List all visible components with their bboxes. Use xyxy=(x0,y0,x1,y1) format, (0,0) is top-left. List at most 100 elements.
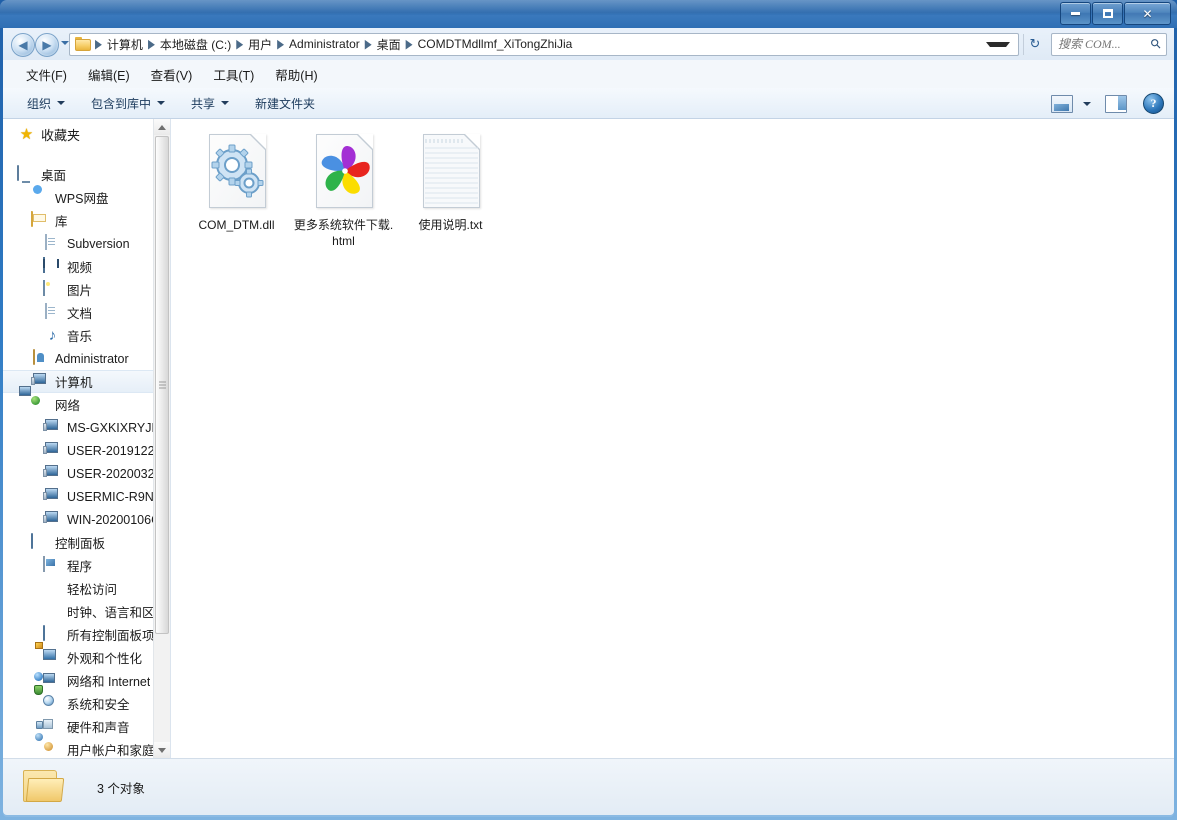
sidebar-item-clock-region[interactable]: 时钟、语言和区域 xyxy=(3,600,170,623)
sidebar-item-label: WIN-20200106G xyxy=(67,512,161,527)
file-item[interactable]: 使用说明.txt xyxy=(399,131,502,249)
minimize-button[interactable] xyxy=(1060,2,1091,25)
sidebar-item-label: 轻松访问 xyxy=(67,583,118,597)
breadcrumb-item-desktop[interactable]: 桌面 xyxy=(373,35,405,54)
sidebar-item-system-security[interactable]: 系统和安全 xyxy=(3,692,170,715)
control-panel-icon xyxy=(43,625,62,643)
chevron-down-icon xyxy=(221,101,230,105)
sidebar-item-music[interactable]: ♪ 音乐 xyxy=(3,324,170,347)
sidebar-item-label: 系统和安全 xyxy=(67,698,130,712)
search-input[interactable] xyxy=(1052,35,1146,53)
sidebar-item-network-computer[interactable]: USER-20191220I xyxy=(3,439,170,462)
sidebar-item-label: 库 xyxy=(55,215,68,229)
file-name-label: COM_DTM.dll xyxy=(198,218,275,232)
sidebar-item-wps-cloud[interactable]: WPS网盘 xyxy=(3,186,170,209)
recent-pages-dropdown-icon[interactable] xyxy=(61,41,69,45)
share-with-button[interactable]: 共享 xyxy=(183,91,237,116)
sidebar-item-videos[interactable]: 视频 xyxy=(3,255,170,278)
navigation-tree: ★ 收藏夹 桌面 WPS网盘 库 Subversion 视频 图片 文档 ♪ 音… xyxy=(3,119,170,758)
scroll-down-button[interactable] xyxy=(154,742,170,758)
title-bar: ✕ xyxy=(0,0,1177,28)
sidebar-item-desktop[interactable]: 桌面 xyxy=(3,163,170,186)
computer-icon xyxy=(43,511,62,528)
chevron-down-icon[interactable] xyxy=(986,41,1010,47)
preview-pane-icon[interactable] xyxy=(1105,94,1127,113)
back-button[interactable]: ◀ xyxy=(11,33,35,57)
breadcrumb-item-localdisk[interactable]: 本地磁盘 (C:) xyxy=(156,35,235,54)
sidebar-item-label: 程序 xyxy=(67,560,93,574)
sidebar-item-label: 控制面板 xyxy=(55,537,106,551)
sidebar-item-network-internet[interactable]: 网络和 Internet xyxy=(3,669,170,692)
sidebar-item-pictures[interactable]: 图片 xyxy=(3,278,170,301)
navigation-buttons: ◀ ▶ xyxy=(3,28,69,60)
menu-tools[interactable]: 工具(T) xyxy=(204,62,263,87)
sidebar-item-network[interactable]: 网络 xyxy=(3,393,170,416)
sidebar-item-network-computer[interactable]: USER-20200320I xyxy=(3,462,170,485)
sidebar-item-libraries[interactable]: 库 xyxy=(3,209,170,232)
file-list-view[interactable]: COM_DTM.dll 更多系统软件下载.html 使用说明.txt xyxy=(171,119,1174,758)
forward-button[interactable]: ▶ xyxy=(35,33,59,57)
navigation-pane-scrollbar[interactable] xyxy=(153,119,170,758)
explorer-body: ★ 收藏夹 桌面 WPS网盘 库 Subversion 视频 图片 文档 ♪ 音… xyxy=(3,119,1174,758)
scroll-up-button[interactable] xyxy=(154,119,170,135)
breadcrumb-item-administrator[interactable]: Administrator xyxy=(285,36,364,52)
new-folder-button[interactable]: 新建文件夹 xyxy=(247,91,323,116)
change-view-dropdown-icon[interactable] xyxy=(1083,101,1091,106)
menu-help[interactable]: 帮助(H) xyxy=(266,62,326,87)
close-icon: ✕ xyxy=(1142,6,1153,21)
search-box[interactable]: ⚲ xyxy=(1051,32,1167,56)
scrollbar-thumb[interactable] xyxy=(155,136,169,634)
chevron-down-icon xyxy=(157,101,166,105)
menu-edit[interactable]: 编辑(E) xyxy=(79,62,139,87)
control-panel-icon xyxy=(31,533,50,551)
menu-view[interactable]: 查看(V) xyxy=(142,62,202,87)
breadcrumb-item-users[interactable]: 用户 xyxy=(244,35,276,54)
include-in-library-button[interactable]: 包含到库中 xyxy=(83,91,173,116)
folder-icon xyxy=(75,37,91,51)
file-item[interactable]: COM_DTM.dll xyxy=(185,131,288,249)
status-item-count: 3 个对象 xyxy=(97,781,145,796)
breadcrumb-separator: ▶ xyxy=(95,36,102,51)
breadcrumb-item-current-folder[interactable]: COMDTMdllmf_XiTongZhiJia xyxy=(414,36,577,52)
sidebar-item-label: USERMIC-R9N2! xyxy=(67,489,165,504)
sidebar-item-administrator[interactable]: Administrator xyxy=(3,347,170,370)
status-bar: 3 个对象 xyxy=(3,758,1174,815)
sidebar-item-appearance[interactable]: 外观和个性化 xyxy=(3,646,170,669)
command-bar-right: ? xyxy=(1051,88,1164,119)
refresh-button[interactable]: ↻ xyxy=(1023,33,1046,55)
sidebar-item-hardware-sound[interactable]: 硬件和声音 xyxy=(3,715,170,738)
sidebar-item-label: USER-20191220I xyxy=(67,443,165,458)
address-bar[interactable]: ▶ 计算机 ▶ 本地磁盘 (C:) ▶ 用户 ▶ Administrator ▶… xyxy=(69,32,1019,56)
sidebar-item-documents[interactable]: 文档 xyxy=(3,301,170,324)
document-icon xyxy=(43,234,62,252)
sidebar-item-network-computer[interactable]: WIN-20200106G xyxy=(3,508,170,531)
sidebar-item-ease-of-access[interactable]: 轻松访问 xyxy=(3,577,170,600)
sidebar-item-all-control-panel-items[interactable]: 所有控制面板项 xyxy=(3,623,170,646)
cloud-icon xyxy=(31,189,50,206)
breadcrumb-item-computer[interactable]: 计算机 xyxy=(103,35,147,54)
film-icon xyxy=(43,257,62,275)
new-folder-label: 新建文件夹 xyxy=(255,96,316,111)
sidebar-item-programs[interactable]: 程序 xyxy=(3,554,170,577)
sidebar-item-user-accounts[interactable]: 用户帐户和家庭安全 xyxy=(3,738,170,758)
sidebar-item-network-computer[interactable]: MS-GXKIXRYJLV xyxy=(3,416,170,439)
sidebar-item-label: 时钟、语言和区域 xyxy=(67,606,168,620)
help-icon[interactable]: ? xyxy=(1143,93,1164,114)
organize-button[interactable]: 组织 xyxy=(19,91,73,116)
menu-file[interactable]: 文件(F) xyxy=(17,62,76,87)
sidebar-item-network-computer[interactable]: USERMIC-R9N2! xyxy=(3,485,170,508)
sidebar-item-control-panel[interactable]: 控制面板 xyxy=(3,531,170,554)
sidebar-item-label: 所有控制面板项 xyxy=(67,629,155,643)
change-view-icon[interactable] xyxy=(1051,94,1073,113)
chevron-down-icon xyxy=(158,747,166,753)
maximize-button[interactable] xyxy=(1092,2,1123,25)
network-icon xyxy=(31,396,50,413)
sidebar-item-favorites[interactable]: ★ 收藏夹 xyxy=(3,119,170,149)
close-button[interactable]: ✕ xyxy=(1124,2,1171,25)
programs-icon xyxy=(43,556,62,574)
scrollbar-grip-icon xyxy=(159,381,166,389)
sidebar-item-subversion[interactable]: Subversion xyxy=(3,232,170,255)
file-name-label: 使用说明.txt xyxy=(418,218,483,232)
file-item[interactable]: 更多系统软件下载.html xyxy=(292,131,395,249)
